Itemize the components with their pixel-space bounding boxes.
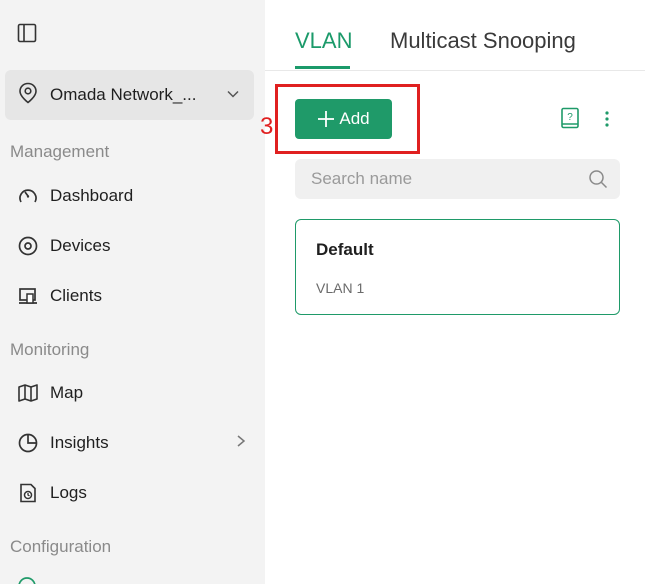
vlan-card[interactable]: Default VLAN 1 [295, 219, 620, 315]
logs-icon [16, 481, 40, 505]
vlan-card-subtitle: VLAN 1 [316, 280, 365, 296]
pie-chart-icon [16, 431, 40, 455]
section-title-configuration: Configuration [10, 537, 112, 556]
sidebar-item-clients[interactable]: Clients [0, 274, 265, 318]
sidebar-item-label: Dashboard [50, 186, 134, 205]
sidebar-toggle-icon[interactable] [16, 22, 38, 44]
sidebar-item-insights[interactable]: Insights [0, 421, 265, 465]
gauge-icon [16, 184, 40, 208]
more-vertical-icon[interactable] [598, 107, 616, 131]
svg-text:?: ? [567, 112, 573, 123]
sidebar-item-label: Insights [50, 433, 109, 452]
search-icon[interactable] [588, 169, 608, 194]
sidebar-item-label: Devices [50, 236, 111, 255]
search-box [295, 159, 620, 199]
devices-icon [16, 234, 40, 258]
tab-vlan[interactable]: VLAN [295, 28, 352, 54]
help-book-icon[interactable]: ? [560, 107, 582, 131]
sidebar: Omada Network_... Management Dashboard D… [0, 0, 265, 584]
tab-multicast-snooping[interactable]: Multicast Snooping [390, 28, 576, 54]
tab-bar: VLAN Multicast Snooping [265, 0, 645, 71]
search-input[interactable] [295, 159, 575, 199]
location-pin-icon [18, 82, 38, 109]
section-title-monitoring: Monitoring [10, 340, 90, 359]
add-button[interactable]: Add [295, 99, 392, 139]
site-selector[interactable]: Omada Network_... [5, 70, 254, 120]
add-button-label: Add [339, 109, 370, 128]
sidebar-item-map[interactable]: Map [0, 371, 265, 415]
section-title-management: Management [10, 142, 110, 161]
annotation-step-number: 3 [260, 113, 274, 140]
plus-icon [317, 110, 335, 128]
sidebar-item-label: Logs [50, 483, 87, 502]
vlan-card-name: Default [316, 240, 374, 259]
globe-icon[interactable] [17, 576, 37, 584]
sidebar-item-logs[interactable]: Logs [0, 471, 265, 515]
tab-active-underline [295, 66, 350, 69]
sidebar-item-label: Clients [50, 286, 102, 305]
map-icon [16, 381, 40, 405]
sidebar-item-dashboard[interactable]: Dashboard [0, 174, 265, 218]
chevron-down-icon [226, 87, 240, 106]
chevron-right-icon [235, 434, 247, 453]
sidebar-item-label: Map [50, 383, 84, 402]
sidebar-item-devices[interactable]: Devices [0, 224, 265, 268]
clients-icon [16, 284, 40, 308]
site-selector-label: Omada Network_... [50, 85, 197, 104]
